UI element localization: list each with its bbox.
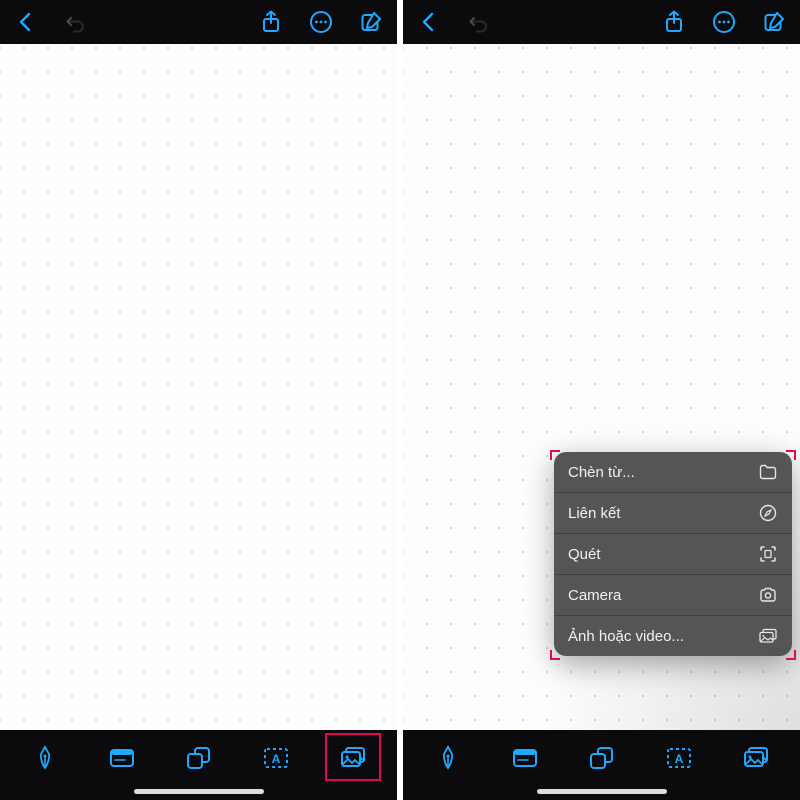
photo-stack-icon — [758, 626, 778, 646]
home-indicator — [134, 789, 264, 794]
menu-item-label: Liên kết — [568, 505, 621, 522]
menu-item-photo-video[interactable]: Ảnh hoặc video... — [554, 616, 792, 656]
scan-icon — [758, 544, 778, 564]
image-tool[interactable] — [732, 738, 780, 778]
menu-item-label: Chèn từ... — [568, 464, 635, 481]
insert-menu: Chèn từ... Liên kết Quét — [554, 452, 792, 656]
card-tool[interactable] — [98, 738, 146, 778]
note-canvas[interactable] — [0, 44, 397, 730]
image-tool[interactable] — [329, 738, 377, 778]
share-button[interactable] — [251, 2, 291, 42]
camera-icon — [758, 585, 778, 605]
bottom-toolbar: A — [0, 730, 397, 800]
top-toolbar — [0, 0, 397, 44]
text-tool[interactable]: A — [655, 738, 703, 778]
shapes-tool[interactable] — [578, 738, 626, 778]
menu-item-camera[interactable]: Camera — [554, 575, 792, 616]
svg-text:A: A — [674, 752, 683, 766]
note-canvas[interactable]: Chèn từ... Liên kết Quét — [403, 44, 800, 730]
text-tool[interactable]: A — [252, 738, 300, 778]
home-indicator — [537, 789, 667, 794]
menu-item-insert-from[interactable]: Chèn từ... — [554, 452, 792, 493]
compass-icon — [758, 503, 778, 523]
shapes-tool[interactable] — [175, 738, 223, 778]
top-toolbar — [403, 0, 800, 44]
menu-item-label: Quét — [568, 546, 601, 563]
undo-button[interactable] — [56, 2, 96, 42]
back-button[interactable] — [409, 2, 449, 42]
folder-icon — [758, 462, 778, 482]
phone-right: Chèn từ... Liên kết Quét — [403, 0, 800, 800]
phone-left: A — [0, 0, 397, 800]
pen-tool[interactable] — [424, 738, 472, 778]
compose-button[interactable] — [754, 2, 794, 42]
menu-item-label: Ảnh hoặc video... — [568, 628, 684, 645]
compose-button[interactable] — [351, 2, 391, 42]
pen-tool[interactable] — [21, 738, 69, 778]
back-button[interactable] — [6, 2, 46, 42]
share-button[interactable] — [654, 2, 694, 42]
menu-item-scan[interactable]: Quét — [554, 534, 792, 575]
more-button[interactable] — [301, 2, 341, 42]
svg-text:A: A — [271, 752, 280, 766]
bottom-toolbar: A — [403, 730, 800, 800]
menu-item-link[interactable]: Liên kết — [554, 493, 792, 534]
card-tool[interactable] — [501, 738, 549, 778]
highlight-image-tool — [325, 733, 381, 781]
menu-item-label: Camera — [568, 587, 621, 604]
more-button[interactable] — [704, 2, 744, 42]
undo-button[interactable] — [459, 2, 499, 42]
